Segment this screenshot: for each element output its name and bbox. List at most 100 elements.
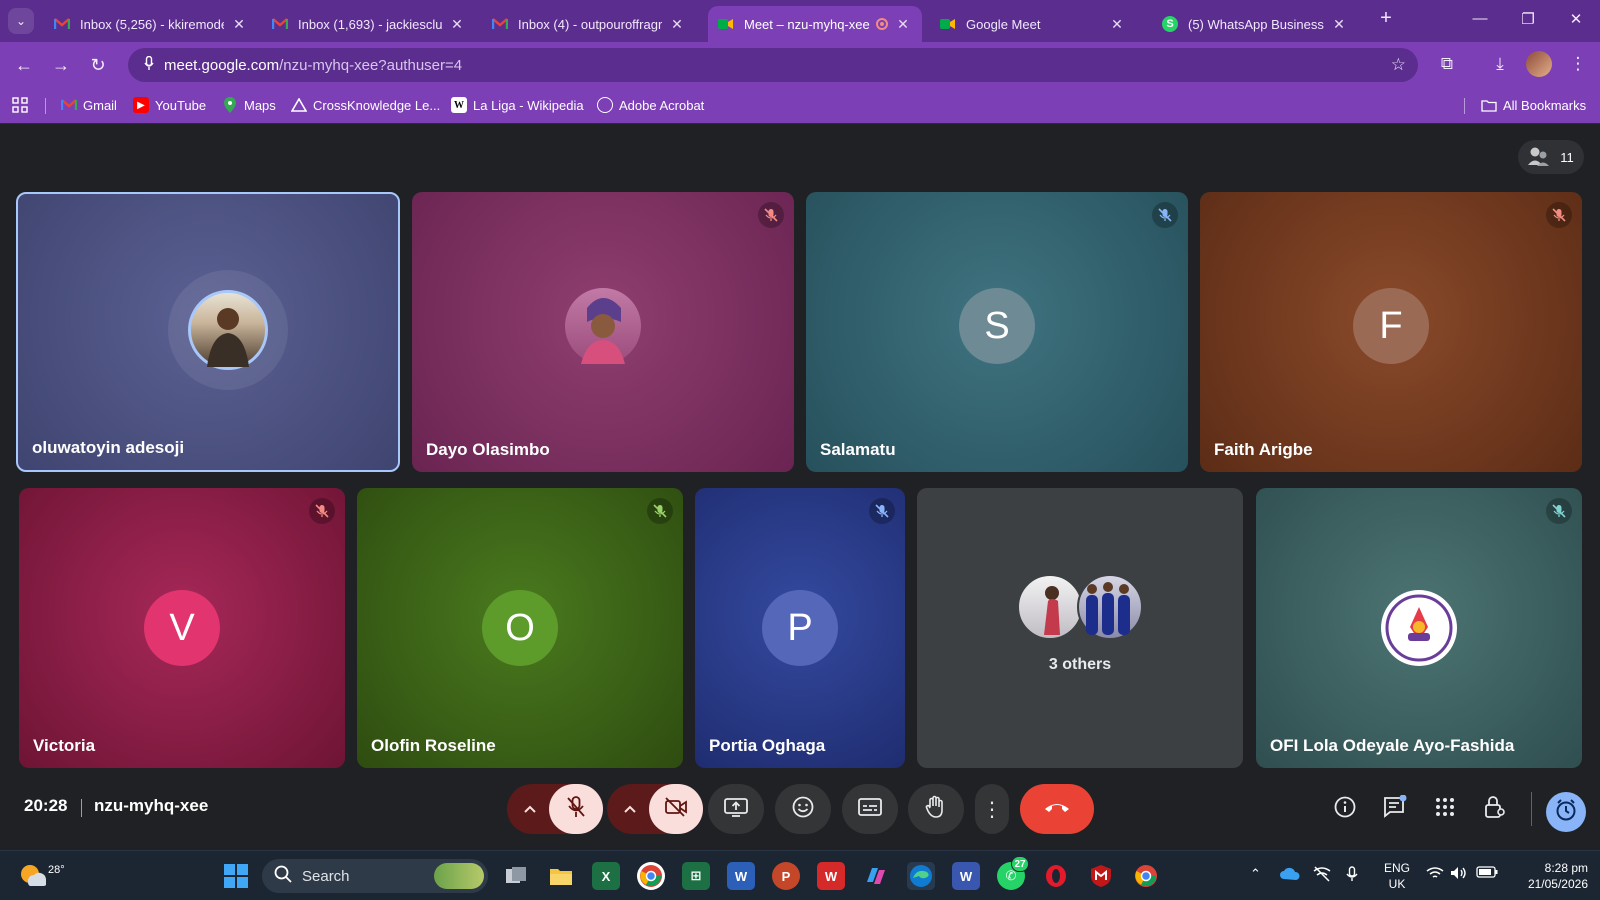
close-icon[interactable]: ✕ [894, 16, 912, 33]
windows-start-button[interactable] [222, 862, 250, 890]
activities-button[interactable] [1430, 794, 1460, 824]
reload-button[interactable]: ↻ [87, 54, 109, 76]
chrome-icon[interactable] [637, 862, 665, 890]
battery-icon[interactable] [1476, 866, 1498, 881]
participant-count-button[interactable]: 11 [1518, 140, 1584, 174]
file-explorer-icon[interactable] [547, 862, 575, 890]
mic-off-icon [309, 498, 335, 524]
wifi-icon[interactable] [1426, 866, 1444, 883]
excel-icon[interactable]: ⊞ [682, 862, 710, 890]
copilot-icon[interactable] [862, 862, 890, 890]
captions-button[interactable] [842, 784, 898, 834]
word-icon[interactable]: W [727, 862, 755, 890]
tab-meet-active[interactable]: Meet – nzu-myhq-xee ✕ [708, 6, 922, 42]
participant-photo [188, 290, 268, 370]
camera-toggle-button[interactable] [649, 784, 703, 834]
close-icon[interactable]: ✕ [668, 16, 686, 33]
mcafee-icon[interactable] [1087, 862, 1115, 890]
menu-icon[interactable]: ⋮ [1566, 54, 1590, 74]
more-options-button[interactable]: ⋮ [975, 784, 1009, 834]
tab-search-button[interactable]: ⌄ [8, 8, 34, 34]
timer-button[interactable] [1546, 792, 1586, 832]
microphone-toggle-button[interactable] [549, 784, 603, 834]
tab-gmail-3[interactable]: Inbox (4) - outpouroffragr ✕ [482, 6, 696, 42]
meeting-clock: 20:28 [24, 796, 68, 815]
participant-avatar: S [959, 288, 1035, 364]
microphone-icon[interactable] [1346, 866, 1358, 885]
participant-tile-olofin-roseline[interactable]: O Olofin Roseline [357, 488, 683, 768]
all-bookmarks[interactable]: All Bookmarks [1481, 97, 1586, 113]
participant-tile-faith-arigbe[interactable]: F Faith Arigbe [1200, 192, 1582, 472]
raise-hand-button[interactable] [908, 784, 964, 834]
reactions-button[interactable] [775, 784, 831, 834]
present-screen-button[interactable] [708, 784, 764, 834]
opera-icon[interactable] [1042, 862, 1070, 890]
participant-tile-dayo-olasimbo[interactable]: Dayo Olasimbo [412, 192, 794, 472]
mic-off-icon [647, 498, 673, 524]
participant-avatar: O [482, 590, 558, 666]
network-off-icon[interactable] [1313, 866, 1331, 885]
restore-button[interactable]: ❐ [1516, 10, 1540, 28]
back-button[interactable]: ← [13, 54, 35, 76]
window-close-button[interactable]: ✕ [1564, 10, 1588, 28]
address-bar[interactable]: meet.google.com/nzu-myhq-xee?authuser=4 … [128, 48, 1418, 82]
bookmark-la-liga-wikipedia[interactable]: W La Liga - Wikipedia [451, 97, 584, 113]
wikipedia-icon: W [451, 97, 467, 113]
profile-avatar[interactable] [1526, 51, 1552, 77]
close-icon[interactable]: ✕ [230, 16, 248, 33]
system-clock[interactable]: 8:28 pm 21/05/2026 [1512, 860, 1588, 892]
minimize-button[interactable]: — [1468, 10, 1492, 27]
chevron-up-icon[interactable]: ⌃ [1250, 866, 1261, 882]
weather-widget[interactable]: 28° [18, 860, 65, 891]
host-controls-button[interactable] [1480, 794, 1510, 824]
participant-tile-victoria[interactable]: V Victoria [19, 488, 345, 768]
bookmark-youtube[interactable]: ▶ YouTube [133, 97, 206, 113]
chrome-icon[interactable] [1132, 862, 1160, 890]
bookmark-adobe-acrobat[interactable]: Adobe Acrobat [597, 97, 704, 113]
excel-icon[interactable]: X [592, 862, 620, 890]
powerpoint-icon[interactable]: P [772, 862, 800, 890]
more-vert-icon: ⋮ [982, 798, 1002, 821]
crossknowledge-icon [291, 97, 307, 113]
bookmark-gmail[interactable]: Gmail [61, 97, 117, 113]
participant-tile-oluwatoyin-adesoji[interactable]: oluwatoyin adesoji [16, 192, 400, 472]
participant-tile-ofi-lola-odeyale[interactable]: OFI Lola Odeyale Ayo-Fashida [1256, 488, 1582, 768]
close-icon[interactable]: ✕ [1330, 16, 1348, 33]
close-icon[interactable]: ✕ [1108, 16, 1126, 33]
video-options-button[interactable] [607, 784, 653, 834]
star-icon[interactable]: ☆ [1391, 55, 1406, 75]
tab-google-meet[interactable]: Google Meet ✕ [930, 6, 1136, 42]
participant-tile-portia-oghaga[interactable]: P Portia Oghaga [695, 488, 905, 768]
close-icon[interactable]: ✕ [448, 16, 466, 33]
url-path: /nzu-myhq-xee?authuser=4 [279, 56, 463, 74]
participant-tile-salamatu[interactable]: S Salamatu [806, 192, 1188, 472]
apps-icon[interactable] [12, 97, 28, 113]
extensions-icon[interactable]: ⧉ [1435, 54, 1459, 74]
tab-gmail-1[interactable]: Inbox (5,256) - kkiremode ✕ [44, 6, 258, 42]
wps-office-icon[interactable]: W [817, 862, 845, 890]
input-language[interactable]: ENG UK [1384, 860, 1410, 892]
youtube-icon: ▶ [133, 97, 149, 113]
search-icon [274, 865, 292, 887]
taskbar-search[interactable]: Search [262, 859, 488, 893]
new-tab-button[interactable]: + [1374, 7, 1398, 30]
meeting-code: nzu-myhq-xee [94, 796, 209, 815]
meeting-details-button[interactable] [1330, 794, 1360, 824]
bookmark-crossknowledge[interactable]: CrossKnowledge Le... [291, 97, 440, 113]
edge-icon[interactable] [907, 862, 935, 890]
tab-gmail-2[interactable]: Inbox (1,693) - jackiesclub ✕ [262, 6, 476, 42]
bookmark-maps[interactable]: Maps [222, 97, 276, 113]
task-view-icon[interactable] [502, 862, 530, 890]
onedrive-icon[interactable] [1280, 866, 1300, 883]
volume-icon[interactable] [1450, 866, 1468, 883]
tab-whatsapp[interactable]: S (5) WhatsApp Business ✕ [1152, 6, 1358, 42]
leave-call-button[interactable] [1020, 784, 1094, 834]
participant-tile-others[interactable]: 3 others [917, 488, 1243, 768]
chat-button[interactable] [1380, 794, 1410, 824]
browser-toolbar: ← → ↻ meet.google.com/nzu-myhq-xee?authu… [0, 42, 1600, 88]
whatsapp-icon[interactable]: ✆ 27 [997, 856, 1029, 890]
word-document-icon[interactable]: W [952, 862, 980, 890]
audio-options-button[interactable] [507, 784, 553, 834]
forward-button[interactable]: → [50, 54, 72, 76]
download-icon[interactable]: ⤓ [1488, 54, 1512, 74]
